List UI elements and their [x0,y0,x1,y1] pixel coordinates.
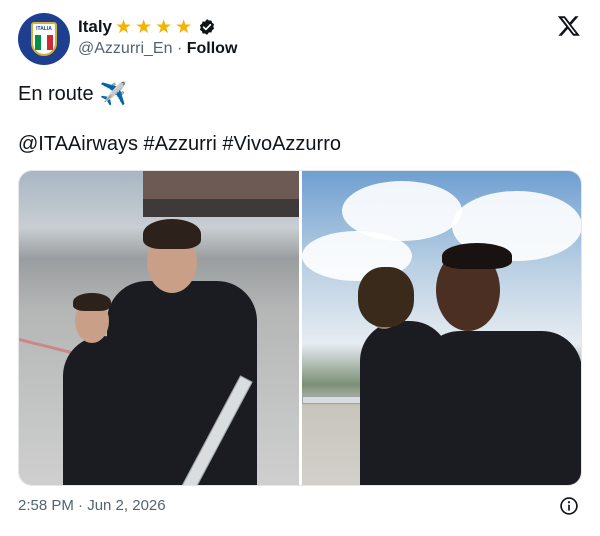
star-icon: ★ [155,16,173,38]
separator: · [176,40,183,57]
account-handle[interactable]: @Azzurri_En [78,40,173,57]
tweet-timestamp[interactable]: 2:58 PM · Jun 2, 2026 [18,497,166,514]
player-figure [63,336,143,485]
tweet-card: ITALIA Italy ★ ★ ★ ★ @Azzurri_En · Follo… [0,0,600,536]
star-icon: ★ [175,16,193,38]
account-name[interactable]: Italy [78,17,112,37]
verified-badge-icon [200,19,215,35]
tweet-hashtags[interactable]: @ITAAirways #Azzurri #VivoAzzurro [18,133,341,156]
tweet-text: En route [18,82,94,105]
stair-rail [302,396,362,404]
star-icon: ★ [115,16,133,38]
handle-row: @Azzurri_En · Follow [78,40,237,58]
italy-crest-icon: ITALIA [31,22,57,56]
account-name-row: Italy ★ ★ ★ ★ [78,16,216,38]
photo-players-boarding-left[interactable] [19,171,299,485]
follow-button[interactable]: Follow [187,40,238,57]
info-icon[interactable] [559,496,579,516]
star-icon: ★ [135,16,153,38]
avatar[interactable]: ITALIA [18,13,70,65]
player-figure [420,331,581,485]
crest-text: ITALIA [36,26,52,32]
photo-players-boarding-right[interactable] [302,171,581,485]
tweet-text-line-1: En route ✈️ [18,81,127,107]
x-logo-icon[interactable] [557,14,581,38]
airplane-icon: ✈️ [99,81,128,106]
photo-grid [18,170,582,486]
